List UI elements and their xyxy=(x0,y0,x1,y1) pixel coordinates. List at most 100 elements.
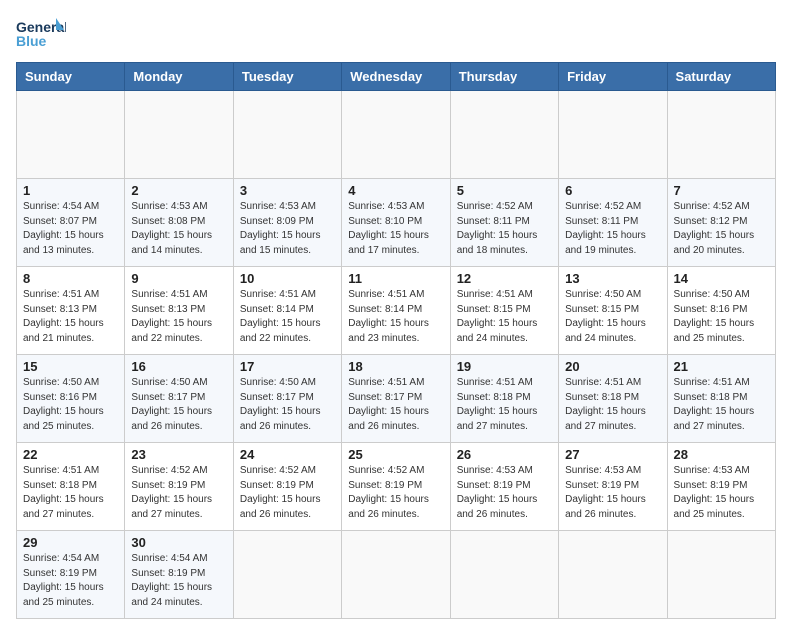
day-cell: 9Sunrise: 4:51 AMSunset: 8:13 PMDaylight… xyxy=(125,267,233,355)
day-info: Sunrise: 4:51 AMSunset: 8:15 PMDaylight:… xyxy=(457,288,552,346)
day-number: 1 xyxy=(23,183,118,198)
day-number: 15 xyxy=(23,359,118,374)
day-number: 18 xyxy=(348,359,443,374)
day-info: Sunrise: 4:50 AMSunset: 8:15 PMDaylight:… xyxy=(565,288,660,346)
day-cell xyxy=(17,91,125,179)
day-cell xyxy=(559,91,667,179)
day-info: Sunrise: 4:53 AMSunset: 8:08 PMDaylight:… xyxy=(131,200,226,258)
day-number: 25 xyxy=(348,447,443,462)
day-cell: 29Sunrise: 4:54 AMSunset: 8:19 PMDayligh… xyxy=(17,531,125,619)
day-info: Sunrise: 4:51 AMSunset: 8:14 PMDaylight:… xyxy=(240,288,335,346)
day-number: 29 xyxy=(23,535,118,550)
day-cell: 25Sunrise: 4:52 AMSunset: 8:19 PMDayligh… xyxy=(342,443,450,531)
day-cell xyxy=(125,91,233,179)
day-number: 24 xyxy=(240,447,335,462)
day-cell: 28 Sunrise: 4:53 AMSunset: 8:19 PMDayligh… xyxy=(667,443,775,531)
day-info: Sunrise: 4:52 AMSunset: 8:19 PMDaylight:… xyxy=(240,464,335,522)
header-friday: Friday xyxy=(559,63,667,91)
day-cell xyxy=(667,91,775,179)
day-cell: 4 Sunrise: 4:53 AMSunset: 8:10 PMDaylight… xyxy=(342,179,450,267)
day-info: Sunrise: 4:50 AMSunset: 8:17 PMDaylight:… xyxy=(131,376,226,434)
day-info: Sunrise: 4:53 AMSunset: 8:10 PMDaylight:… xyxy=(348,200,443,258)
day-cell: 17Sunrise: 4:50 AMSunset: 8:17 PMDayligh… xyxy=(233,355,341,443)
day-number: 4 xyxy=(348,183,443,198)
day-cell: 1Sunrise: 4:54 AMSunset: 8:07 PMDaylight… xyxy=(17,179,125,267)
day-cell xyxy=(450,531,558,619)
day-number: 28 xyxy=(674,447,769,462)
day-number: 6 xyxy=(565,183,660,198)
day-cell: 19 Sunrise: 4:51 AMSunset: 8:18 PMDayligh… xyxy=(450,355,558,443)
day-number: 26 xyxy=(457,447,552,462)
day-cell: 7 Sunrise: 4:52 AMSunset: 8:12 PMDaylight… xyxy=(667,179,775,267)
day-number: 21 xyxy=(674,359,769,374)
day-number: 27 xyxy=(565,447,660,462)
day-number: 14 xyxy=(674,271,769,286)
day-cell: 13 Sunrise: 4:50 AMSunset: 8:15 PMDayligh… xyxy=(559,267,667,355)
day-number: 30 xyxy=(131,535,226,550)
header: General Blue xyxy=(16,16,776,54)
week-row-1: 1Sunrise: 4:54 AMSunset: 8:07 PMDaylight… xyxy=(17,179,776,267)
day-cell xyxy=(667,531,775,619)
header-monday: Monday xyxy=(125,63,233,91)
day-number: 16 xyxy=(131,359,226,374)
day-cell: 27 Sunrise: 4:53 AMSunset: 8:19 PMDayligh… xyxy=(559,443,667,531)
day-info: Sunrise: 4:51 AMSunset: 8:18 PMDaylight:… xyxy=(23,464,118,522)
week-row-5: 29 Sunrise: 4:54 AMSunset: 8:19 PMDayligh… xyxy=(17,531,776,619)
day-cell: 8 Sunrise: 4:51 AMSunset: 8:13 PMDaylight… xyxy=(17,267,125,355)
header-sunday: Sunday xyxy=(17,63,125,91)
day-number: 19 xyxy=(457,359,552,374)
day-number: 11 xyxy=(348,271,443,286)
day-cell: 10 Sunrise: 4:51 AMSunset: 8:14 PMDayligh… xyxy=(233,267,341,355)
day-cell: 5 Sunrise: 4:52 AMSunset: 8:11 PMDaylight… xyxy=(450,179,558,267)
logo: General Blue xyxy=(16,16,66,54)
day-cell: 30 Sunrise: 4:54 AMSunset: 8:19 PMDayligh… xyxy=(125,531,233,619)
svg-text:Blue: Blue xyxy=(16,33,47,49)
day-cell: 2Sunrise: 4:53 AMSunset: 8:08 PMDaylight… xyxy=(125,179,233,267)
day-cell xyxy=(233,531,341,619)
day-info: Sunrise: 4:53 AMSunset: 8:19 PMDaylight:… xyxy=(457,464,552,522)
week-row-4: 22Sunrise: 4:51 AMSunset: 8:18 PMDayligh… xyxy=(17,443,776,531)
day-cell xyxy=(559,531,667,619)
day-number: 8 xyxy=(23,271,118,286)
day-info: Sunrise: 4:52 AMSunset: 8:11 PMDaylight:… xyxy=(457,200,552,258)
week-row-0 xyxy=(17,91,776,179)
day-cell: 15Sunrise: 4:50 AMSunset: 8:16 PMDayligh… xyxy=(17,355,125,443)
day-cell: 6 Sunrise: 4:52 AMSunset: 8:11 PMDaylight… xyxy=(559,179,667,267)
header-thursday: Thursday xyxy=(450,63,558,91)
day-cell xyxy=(342,531,450,619)
day-info: Sunrise: 4:53 AMSunset: 8:19 PMDaylight:… xyxy=(565,464,660,522)
day-info: Sunrise: 4:53 AMSunset: 8:19 PMDaylight:… xyxy=(674,464,769,522)
day-info: Sunrise: 4:54 AMSunset: 8:19 PMDaylight:… xyxy=(131,552,226,610)
day-number: 13 xyxy=(565,271,660,286)
week-row-2: 8 Sunrise: 4:51 AMSunset: 8:13 PMDaylight… xyxy=(17,267,776,355)
day-cell: 22Sunrise: 4:51 AMSunset: 8:18 PMDayligh… xyxy=(17,443,125,531)
calendar: SundayMondayTuesdayWednesdayThursdayFrid… xyxy=(16,62,776,619)
day-number: 20 xyxy=(565,359,660,374)
day-info: Sunrise: 4:50 AMSunset: 8:16 PMDaylight:… xyxy=(674,288,769,346)
day-cell: 20 Sunrise: 4:51 AMSunset: 8:18 PMDayligh… xyxy=(559,355,667,443)
calendar-header-row: SundayMondayTuesdayWednesdayThursdayFrid… xyxy=(17,63,776,91)
day-cell: 18 Sunrise: 4:51 AMSunset: 8:17 PMDayligh… xyxy=(342,355,450,443)
day-info: Sunrise: 4:50 AMSunset: 8:17 PMDaylight:… xyxy=(240,376,335,434)
day-info: Sunrise: 4:51 AMSunset: 8:18 PMDaylight:… xyxy=(457,376,552,434)
day-number: 9 xyxy=(131,271,226,286)
header-tuesday: Tuesday xyxy=(233,63,341,91)
day-info: Sunrise: 4:51 AMSunset: 8:18 PMDaylight:… xyxy=(565,376,660,434)
week-row-3: 15Sunrise: 4:50 AMSunset: 8:16 PMDayligh… xyxy=(17,355,776,443)
day-info: Sunrise: 4:52 AMSunset: 8:19 PMDaylight:… xyxy=(131,464,226,522)
day-number: 7 xyxy=(674,183,769,198)
day-cell: 21Sunrise: 4:51 AMSunset: 8:18 PMDayligh… xyxy=(667,355,775,443)
day-cell: 24 Sunrise: 4:52 AMSunset: 8:19 PMDayligh… xyxy=(233,443,341,531)
day-cell: 26 Sunrise: 4:53 AMSunset: 8:19 PMDayligh… xyxy=(450,443,558,531)
day-cell: 11Sunrise: 4:51 AMSunset: 8:14 PMDayligh… xyxy=(342,267,450,355)
header-wednesday: Wednesday xyxy=(342,63,450,91)
day-info: Sunrise: 4:52 AMSunset: 8:11 PMDaylight:… xyxy=(565,200,660,258)
day-info: Sunrise: 4:51 AMSunset: 8:17 PMDaylight:… xyxy=(348,376,443,434)
day-info: Sunrise: 4:51 AMSunset: 8:13 PMDaylight:… xyxy=(23,288,118,346)
day-cell xyxy=(342,91,450,179)
day-info: Sunrise: 4:52 AMSunset: 8:12 PMDaylight:… xyxy=(674,200,769,258)
day-number: 5 xyxy=(457,183,552,198)
header-saturday: Saturday xyxy=(667,63,775,91)
day-number: 10 xyxy=(240,271,335,286)
day-cell xyxy=(233,91,341,179)
